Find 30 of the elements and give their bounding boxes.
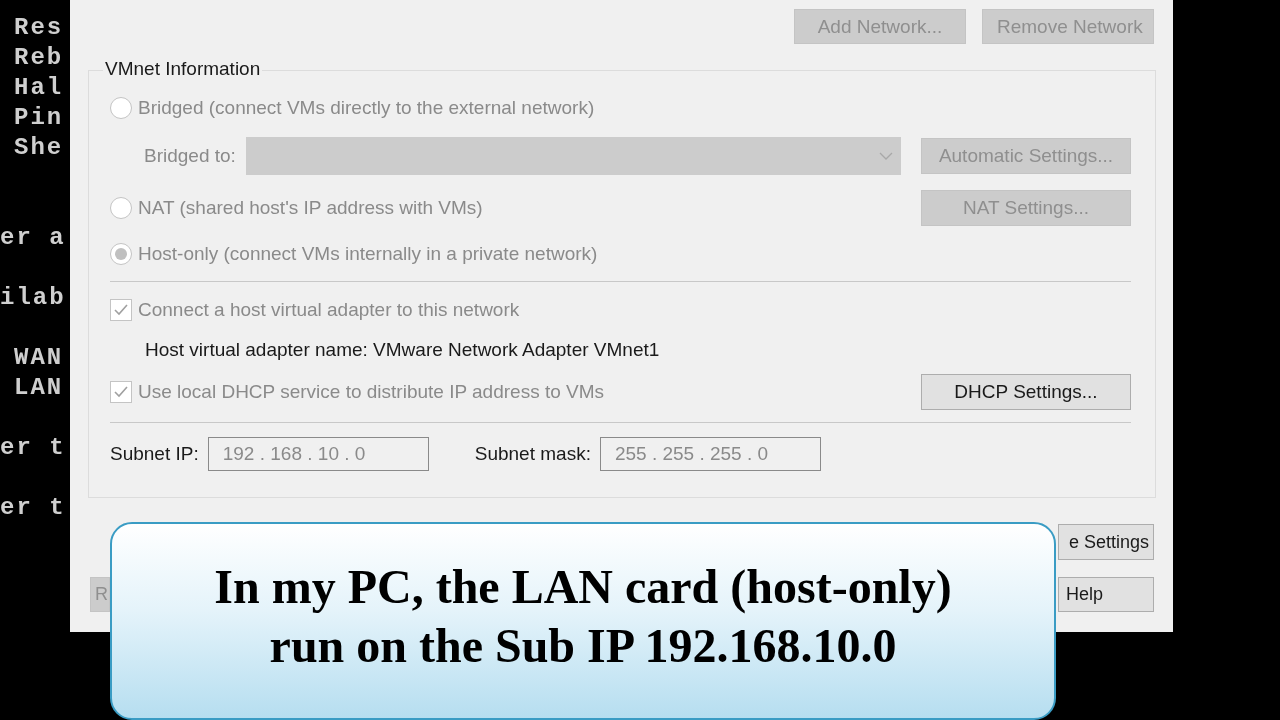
console-text: She bbox=[13, 133, 64, 163]
checkbox-label: Use local DHCP service to distribute IP address to VMs bbox=[138, 381, 606, 403]
field-label: Subnet IP: bbox=[110, 443, 199, 465]
console-text: WAN bbox=[13, 343, 64, 373]
console-text: LAN bbox=[13, 373, 64, 403]
radio-label: Host-only (connect VMs internally in a private network) bbox=[138, 243, 598, 265]
ip-address-field[interactable]: 255 . 255 . 255 . 0 bbox=[599, 437, 821, 471]
dialog-button[interactable]: e Settings bbox=[1058, 524, 1154, 560]
checkmark-icon bbox=[114, 386, 128, 398]
field-label: Bridged to: bbox=[144, 145, 236, 167]
caption-text: In my PC, the LAN card (host-only) bbox=[214, 559, 952, 616]
console-text: er a bbox=[0, 223, 66, 253]
console-text: Hal bbox=[13, 73, 64, 103]
adapter-name-text: Host virtual adapter name: VMware Network Adapter VMnet1 bbox=[145, 339, 660, 361]
caption-text: run on the Sub IP 192.168.10.0 bbox=[269, 618, 897, 674]
chevron-down-icon bbox=[878, 152, 893, 160]
console-text: er t bbox=[0, 433, 66, 463]
console-text: Pin bbox=[13, 103, 64, 133]
checkbox-label: Connect a host virtual adapter to this network bbox=[138, 299, 520, 321]
help-button[interactable]: Help bbox=[1058, 577, 1154, 612]
field-label: Subnet mask: bbox=[474, 443, 591, 465]
checkmark-icon bbox=[114, 304, 128, 316]
dropdown-field[interactable] bbox=[245, 137, 901, 175]
radio-label: Bridged (connect VMs directly to the external network) bbox=[138, 97, 595, 119]
radio-label: NAT (shared host's IP address with VMs) bbox=[138, 197, 484, 219]
console-text: Reb bbox=[13, 43, 64, 73]
console-text: er t bbox=[0, 493, 66, 523]
ip-address-field[interactable]: 192 . 168 . 10 . 0 bbox=[207, 437, 429, 471]
console-text: Res bbox=[13, 13, 64, 43]
console-text: ilab bbox=[0, 283, 66, 313]
